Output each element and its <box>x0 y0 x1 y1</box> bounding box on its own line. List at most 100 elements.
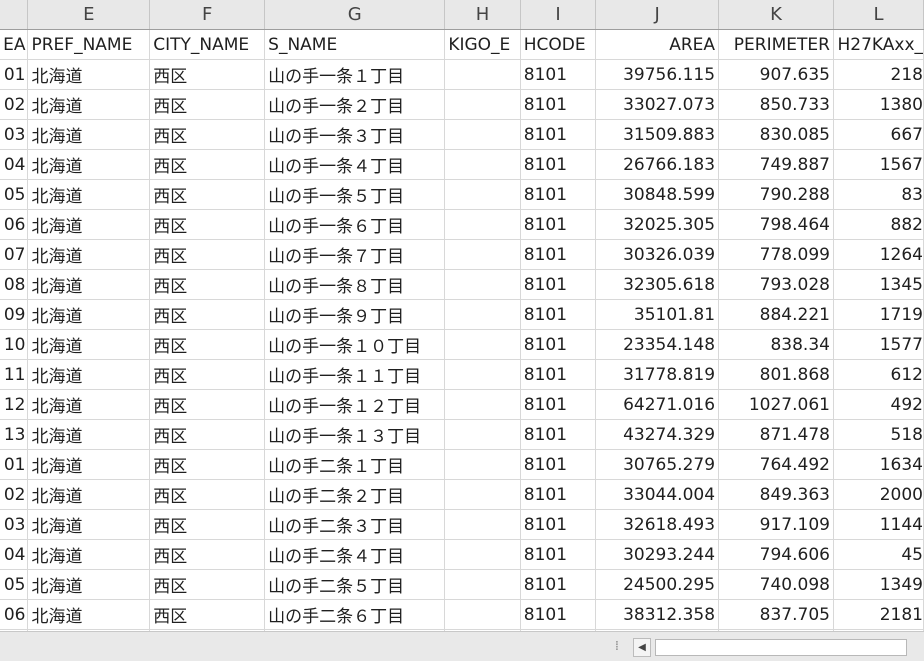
cell[interactable]: 1719 <box>833 299 924 330</box>
cell[interactable]: 西区 <box>149 359 266 390</box>
cell[interactable]: 北海道 <box>27 329 151 360</box>
cell[interactable]: 01 <box>0 59 29 90</box>
column-header-d[interactable] <box>0 0 29 30</box>
horizontal-scrollbar-thumb[interactable] <box>655 639 907 656</box>
cell[interactable]: 北海道 <box>27 89 151 120</box>
cell[interactable]: 30326.039 <box>595 239 720 270</box>
spreadsheet-grid[interactable]: EFGHIJKL EA PREF_NAME CITY_NAME S_NAME KIGO_… <box>0 0 924 631</box>
cell[interactable]: 西区 <box>149 419 266 450</box>
cell[interactable]: 02 <box>0 89 29 120</box>
cell[interactable]: PREF_NAME <box>27 29 151 60</box>
cell[interactable]: 43274.329 <box>595 419 720 450</box>
cell[interactable]: 830.085 <box>718 119 834 150</box>
cell[interactable]: 西区 <box>149 119 266 150</box>
cell[interactable]: 45 <box>833 539 924 570</box>
cell[interactable]: 794.606 <box>718 539 834 570</box>
cell[interactable]: 33027.073 <box>595 89 720 120</box>
cell[interactable]: 850.733 <box>718 89 834 120</box>
cell[interactable]: 西区 <box>149 539 266 570</box>
cell[interactable]: 08 <box>0 269 29 300</box>
cell[interactable]: 山の手一条８丁目 <box>264 269 446 300</box>
cell[interactable]: 8101 <box>520 209 597 240</box>
column-header-j[interactable]: J <box>595 0 720 30</box>
cell[interactable]: 北海道 <box>27 209 151 240</box>
cell[interactable]: KIGO_E <box>444 29 521 60</box>
cell[interactable]: 218 <box>833 59 924 90</box>
cell[interactable]: 山の手一条１３丁目 <box>264 419 446 450</box>
column-header-h[interactable]: H <box>444 0 521 30</box>
cell[interactable]: 山の手一条１０丁目 <box>264 329 446 360</box>
cell[interactable]: 北海道 <box>27 509 151 540</box>
cell[interactable]: 山の手二条１丁目 <box>264 449 446 480</box>
splitter-grip-icon[interactable]: ⁞ <box>612 639 622 655</box>
cell[interactable]: 612 <box>833 359 924 390</box>
cell[interactable]: 西区 <box>149 209 266 240</box>
cell[interactable]: H27KAxx_ <box>833 29 924 60</box>
cell[interactable]: 北海道 <box>27 59 151 90</box>
cell[interactable]: 871.478 <box>718 419 834 450</box>
cell[interactable]: 8101 <box>520 599 597 630</box>
cell[interactable]: 907.635 <box>718 59 834 90</box>
cell[interactable]: 24500.295 <box>595 569 720 600</box>
cell[interactable]: 北海道 <box>27 419 151 450</box>
cell[interactable]: 790.288 <box>718 179 834 210</box>
cell[interactable]: 山の手一条７丁目 <box>264 239 446 270</box>
cell[interactable]: 山の手一条２丁目 <box>264 89 446 120</box>
cell[interactable]: 山の手一条９丁目 <box>264 299 446 330</box>
cell[interactable]: 2000 <box>833 479 924 510</box>
cell[interactable]: 07 <box>0 239 29 270</box>
cell[interactable]: 山の手二条６丁目 <box>264 599 446 630</box>
cell[interactable]: 北海道 <box>27 239 151 270</box>
cell[interactable]: CITY_NAME <box>149 29 266 60</box>
cell[interactable]: 02 <box>0 479 29 510</box>
column-header-k[interactable]: K <box>718 0 834 30</box>
cell[interactable]: 10 <box>0 329 29 360</box>
cell[interactable]: 西区 <box>149 449 266 480</box>
cell[interactable]: 8101 <box>520 59 597 90</box>
cell[interactable]: 山の手二条３丁目 <box>264 509 446 540</box>
cell[interactable]: 山の手一条３丁目 <box>264 119 446 150</box>
cell[interactable]: 北海道 <box>27 359 151 390</box>
cell[interactable]: 38312.358 <box>595 599 720 630</box>
cell[interactable] <box>444 449 521 480</box>
cell[interactable] <box>444 539 521 570</box>
cell[interactable]: 山の手一条４丁目 <box>264 149 446 180</box>
cell[interactable]: 1634 <box>833 449 924 480</box>
cell[interactable]: 03 <box>0 509 29 540</box>
cell[interactable]: 北海道 <box>27 479 151 510</box>
cell[interactable]: 492 <box>833 389 924 420</box>
cell[interactable]: 667 <box>833 119 924 150</box>
cell[interactable]: 30848.599 <box>595 179 720 210</box>
cell[interactable]: 801.868 <box>718 359 834 390</box>
cell[interactable]: 西区 <box>149 509 266 540</box>
cell[interactable]: 01 <box>0 449 29 480</box>
cell[interactable]: 884.221 <box>718 299 834 330</box>
cell[interactable]: 山の手二条４丁目 <box>264 539 446 570</box>
cell[interactable]: 05 <box>0 569 29 600</box>
cell[interactable]: 8101 <box>520 149 597 180</box>
cell[interactable]: 798.464 <box>718 209 834 240</box>
cell[interactable]: 北海道 <box>27 299 151 330</box>
column-header-l[interactable]: L <box>833 0 924 30</box>
cell[interactable] <box>444 299 521 330</box>
cell[interactable]: 山の手一条１１丁目 <box>264 359 446 390</box>
cell[interactable]: 83 <box>833 179 924 210</box>
cell[interactable]: 06 <box>0 209 29 240</box>
cell[interactable] <box>444 389 521 420</box>
cell[interactable]: 39756.115 <box>595 59 720 90</box>
cell[interactable]: 8101 <box>520 389 597 420</box>
cell[interactable]: 1345 <box>833 269 924 300</box>
cell[interactable]: 西区 <box>149 569 266 600</box>
cell[interactable]: 764.492 <box>718 449 834 480</box>
cell[interactable]: 山の手一条５丁目 <box>264 179 446 210</box>
cell[interactable]: 03 <box>0 119 29 150</box>
cell[interactable]: 8101 <box>520 539 597 570</box>
cell[interactable]: 西区 <box>149 599 266 630</box>
cell[interactable]: 778.099 <box>718 239 834 270</box>
cell[interactable]: 740.098 <box>718 569 834 600</box>
scroll-left-button[interactable]: ◀ <box>633 638 651 657</box>
cell[interactable]: 30765.279 <box>595 449 720 480</box>
column-header-e[interactable]: E <box>27 0 151 30</box>
cell[interactable]: 西区 <box>149 299 266 330</box>
cell[interactable]: 23354.148 <box>595 329 720 360</box>
